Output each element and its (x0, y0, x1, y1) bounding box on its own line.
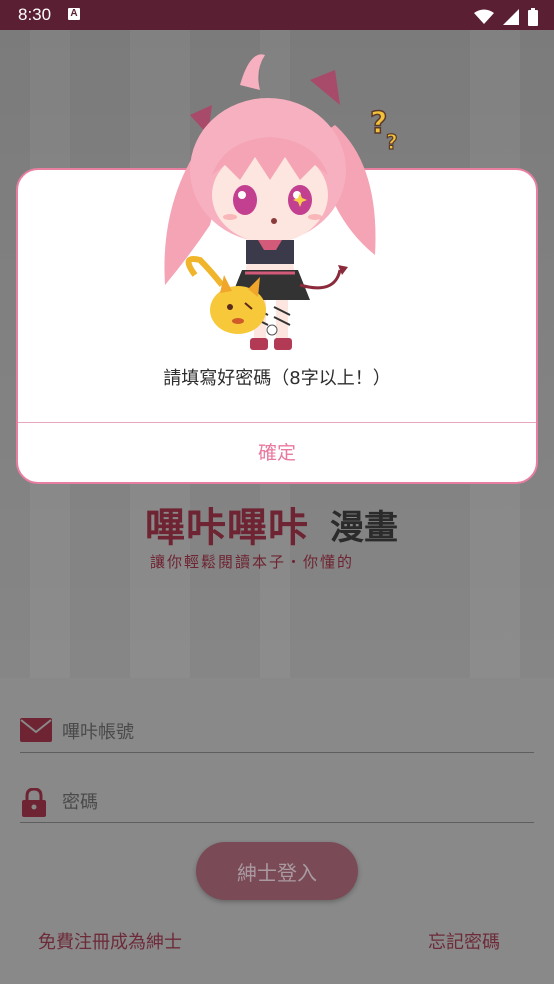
signal-icon (502, 8, 519, 25)
svg-text:?: ? (386, 130, 398, 154)
account-input[interactable] (60, 714, 524, 750)
notification-icon: A (68, 8, 80, 20)
status-time: 8:30 (18, 5, 52, 24)
register-link[interactable]: 免費注冊成為紳士 (38, 928, 182, 954)
password-field (20, 780, 534, 823)
battery-icon (528, 7, 538, 26)
mascot-illustration: ? ? (164, 54, 398, 350)
status-icons (470, 6, 538, 26)
lock-icon (22, 788, 46, 817)
app-logo-subtitle: 漫畫 (330, 508, 398, 548)
forgot-password-link[interactable]: 忘記密碼 (428, 928, 500, 954)
dialog-message: 請填寫好密碼（8字以上！） (163, 368, 391, 389)
password-input[interactable] (60, 784, 524, 820)
wifi-icon (473, 9, 494, 24)
status-bar: 8:30 A (0, 0, 554, 30)
confirm-button[interactable]: 確定 (18, 423, 536, 480)
mail-icon (20, 718, 52, 742)
account-field (20, 710, 534, 753)
app-logo-title: 嗶咔嗶咔 (145, 505, 309, 551)
login-button[interactable]: 紳士登入 (196, 842, 358, 900)
app-tagline: 讓你輕鬆閱讀本子・你懂的 (150, 553, 355, 571)
svg-text:?: ? (370, 106, 387, 141)
